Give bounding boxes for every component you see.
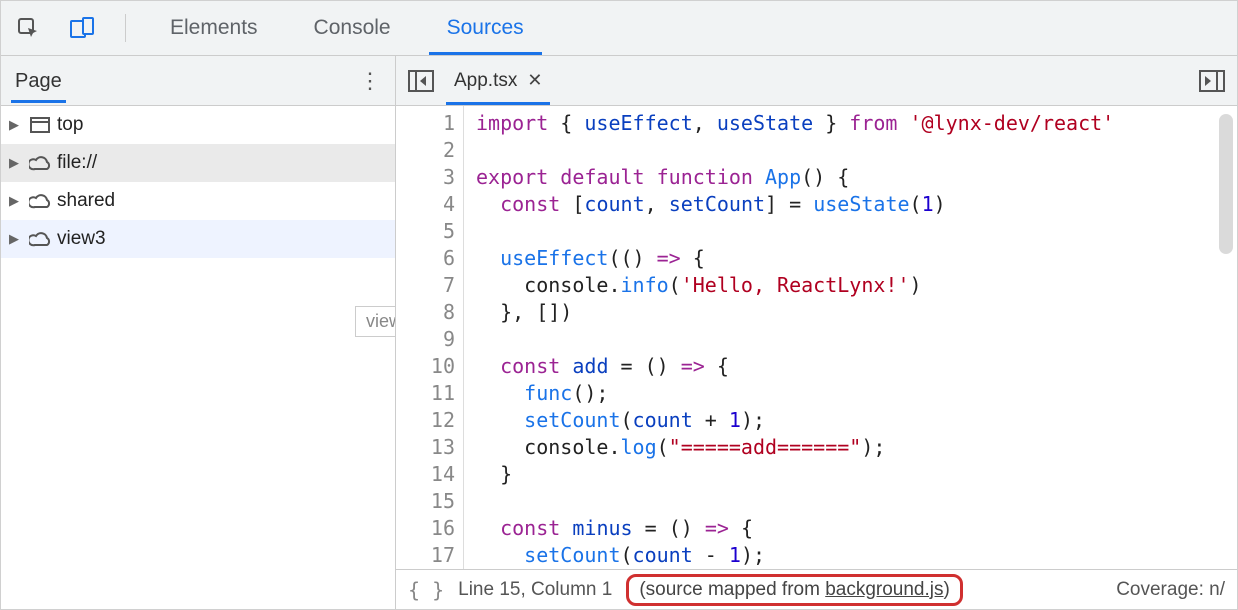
tree-item-file[interactable]: ▶ file:// xyxy=(1,144,395,182)
file-tab-label: App.tsx xyxy=(454,70,517,92)
tree-item-label: shared xyxy=(57,190,115,212)
pretty-print-icon[interactable]: { } xyxy=(408,578,444,602)
cursor-position: Line 15, Column 1 xyxy=(458,579,612,601)
mapped-source-link[interactable]: background.js xyxy=(825,579,943,600)
code-content[interactable]: import { useEffect, useState } from '@ly… xyxy=(464,106,1237,569)
tree-item-label: file:// xyxy=(57,152,97,174)
window-icon xyxy=(29,114,51,136)
chevron-right-icon: ▶ xyxy=(9,193,23,209)
toolbar-divider xyxy=(125,14,126,42)
tab-elements[interactable]: Elements xyxy=(152,1,276,55)
device-toggle-icon[interactable] xyxy=(65,11,99,45)
cloud-icon xyxy=(29,152,51,174)
line-gutter: 1234567891011121314151617 xyxy=(396,106,464,569)
editor-status-bar: { } Line 15, Column 1 (source mapped fro… xyxy=(396,569,1237,609)
chevron-right-icon: ▶ xyxy=(9,155,23,171)
navigator-panel: Page ⋮ ▶ top ▶ file:// xyxy=(1,56,396,609)
file-tab-app-tsx[interactable]: App.tsx ✕ xyxy=(448,56,548,105)
cloud-icon xyxy=(29,228,51,250)
cloud-icon xyxy=(29,190,51,212)
tree-item-top[interactable]: ▶ top xyxy=(1,106,395,144)
scrollbar-thumb[interactable] xyxy=(1219,114,1233,254)
source-mapped-callout: (source mapped from background.js) xyxy=(626,574,962,606)
tree-item-label: view3 xyxy=(57,228,106,250)
navigator-more-icon[interactable]: ⋮ xyxy=(359,68,381,94)
chevron-right-icon: ▶ xyxy=(9,231,23,247)
tree-tooltip: view3 xyxy=(355,306,395,337)
tab-sources[interactable]: Sources xyxy=(429,1,542,55)
navigator-toggle-icon[interactable] xyxy=(406,66,436,96)
editor-tab-bar: App.tsx ✕ xyxy=(396,56,1237,106)
mapped-suffix: ) xyxy=(944,579,950,600)
main-area: Page ⋮ ▶ top ▶ file:// xyxy=(1,56,1237,609)
close-icon[interactable]: ✕ xyxy=(527,70,542,91)
debugger-toggle-icon[interactable] xyxy=(1197,66,1227,96)
navigator-tab-page[interactable]: Page xyxy=(15,70,62,103)
editor-panel: App.tsx ✕ 1234567891011121314151617 impo… xyxy=(396,56,1237,609)
navigator-header: Page ⋮ xyxy=(1,56,395,106)
tree-item-view3[interactable]: ▶ view3 xyxy=(1,220,395,258)
tree-item-shared[interactable]: ▶ shared xyxy=(1,182,395,220)
devtools-window: Elements Console Sources Page ⋮ ▶ top ▶ xyxy=(0,0,1238,610)
code-editor[interactable]: 1234567891011121314151617 import { useEf… xyxy=(396,106,1237,569)
tab-console[interactable]: Console xyxy=(296,1,409,55)
top-tab-bar: Elements Console Sources xyxy=(1,1,1237,56)
tree-item-label: top xyxy=(57,114,83,136)
chevron-right-icon: ▶ xyxy=(9,117,23,133)
coverage-label: Coverage: n/ xyxy=(1116,579,1225,601)
file-tree: ▶ top ▶ file:// ▶ xyxy=(1,106,395,609)
inspect-element-icon[interactable] xyxy=(11,11,45,45)
mapped-prefix: (source mapped from xyxy=(639,579,825,600)
